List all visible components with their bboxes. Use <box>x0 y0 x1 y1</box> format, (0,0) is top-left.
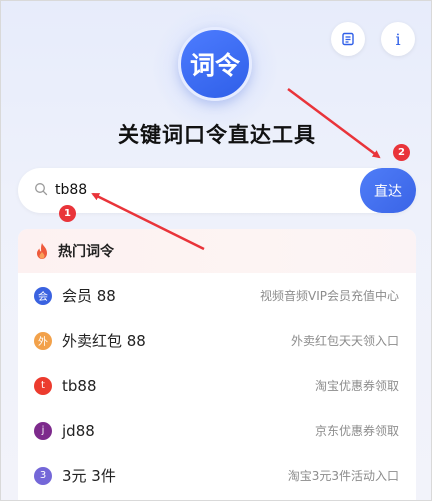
search-bar: 直达 <box>18 168 416 213</box>
item-name: 3元 3件 <box>62 467 116 485</box>
item-badge: t <box>34 376 52 395</box>
search-icon <box>35 183 48 196</box>
list-item[interactable]: 3 3元 3件 淘宝3元3件活动入口 <box>18 453 416 498</box>
item-desc: 淘宝3元3件活动入口 <box>287 469 399 483</box>
item-badge: 外 <box>34 331 52 350</box>
logo-text: 词令 <box>189 51 240 80</box>
item-badge: j <box>34 421 52 440</box>
item-badge: 3 <box>34 466 52 485</box>
hot-list-header: 热门词令 <box>18 229 416 273</box>
fire-icon <box>37 243 47 259</box>
hot-list-title: 热门词令 <box>58 244 114 260</box>
item-desc: 京东优惠券领取 <box>314 424 399 438</box>
hot-list: 热门词令 会 会员 88 视频音频VIP会员充值中心 外 外卖红包 88 外卖红… <box>18 229 416 500</box>
list-item[interactable]: j jd88 京东优惠券领取 <box>18 408 416 453</box>
app-logo: 词令 <box>178 27 252 101</box>
go-button[interactable]: 直达 <box>360 168 416 213</box>
annotation-marker-2: 2 <box>393 144 410 161</box>
list-item[interactable]: 会 会员 88 视频音频VIP会员充值中心 <box>18 273 416 318</box>
annotation-marker-1: 1 <box>59 205 76 222</box>
item-desc: 外卖红包天天领入口 <box>290 334 399 348</box>
item-badge: 会 <box>34 286 52 305</box>
app-frame: 词令 i 关键词口令直达工具 直达 热门词令 <box>0 0 432 501</box>
list-item[interactable]: 外 外卖红包 88 外卖红包天天领入口 <box>18 318 416 363</box>
search-input[interactable] <box>55 175 335 205</box>
item-desc: 淘宝优惠券领取 <box>314 379 399 393</box>
item-desc: 视频音频VIP会员充值中心 <box>260 289 399 303</box>
item-name: jd88 <box>62 421 95 440</box>
item-name: 外卖红包 88 <box>62 332 146 350</box>
document-button[interactable] <box>331 22 365 56</box>
go-button-label: 直达 <box>374 183 402 200</box>
page-title: 关键词口令直达工具 <box>118 123 316 147</box>
info-icon: i <box>395 29 401 49</box>
info-button[interactable]: i <box>381 22 415 56</box>
list-item[interactable]: t tb88 淘宝优惠券领取 <box>18 363 416 408</box>
item-name: 会员 88 <box>62 287 116 305</box>
item-name: tb88 <box>62 376 97 395</box>
document-icon <box>342 32 354 46</box>
